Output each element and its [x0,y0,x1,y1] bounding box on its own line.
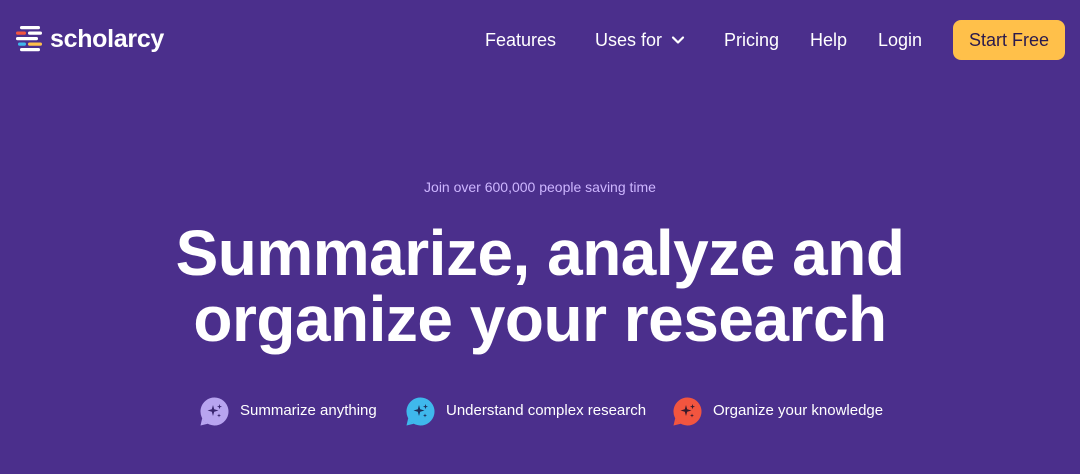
landing-page: scholarcy Features Uses for Pricing Help… [0,0,1080,474]
sparkle-bubble-icon [673,397,702,425]
nav-uses-for-dropdown[interactable]: Uses for [595,29,685,51]
sparkle-bubble-icon [406,397,435,425]
nav-features[interactable]: Features [485,29,556,51]
feature-summarize: Summarize anything [199,395,377,427]
feature-label: Understand complex research [446,402,647,419]
hero-tagline: Join over 600,000 people saving time [424,179,656,195]
start-free-button[interactable]: Start Free [953,20,1065,60]
nav-login[interactable]: Login [878,29,922,51]
nav-uses-for-label: Uses for [595,30,663,50]
hero-headline: Summarize, analyze and organize your res… [0,220,1080,352]
nav-pricing[interactable]: Pricing [724,29,779,51]
nav-help[interactable]: Help [810,29,847,51]
feature-organize: Organize your knowledge [672,395,883,427]
hero-headline-line-1: Summarize, analyze and [175,217,905,289]
feature-label: Organize your knowledge [713,402,884,419]
main-nav: Features Uses for Pricing Help Login [0,0,1080,80]
feature-understand: Understand complex research [405,395,646,427]
feature-label: Summarize anything [240,402,377,419]
feature-list: Summarize anything Understand complex re… [0,395,1080,427]
hero-headline-line-2: organize your research [193,283,887,355]
site-header: scholarcy Features Uses for Pricing Help… [0,0,1080,80]
sparkle-bubble-icon [200,397,229,425]
chevron-down-icon [671,36,685,44]
